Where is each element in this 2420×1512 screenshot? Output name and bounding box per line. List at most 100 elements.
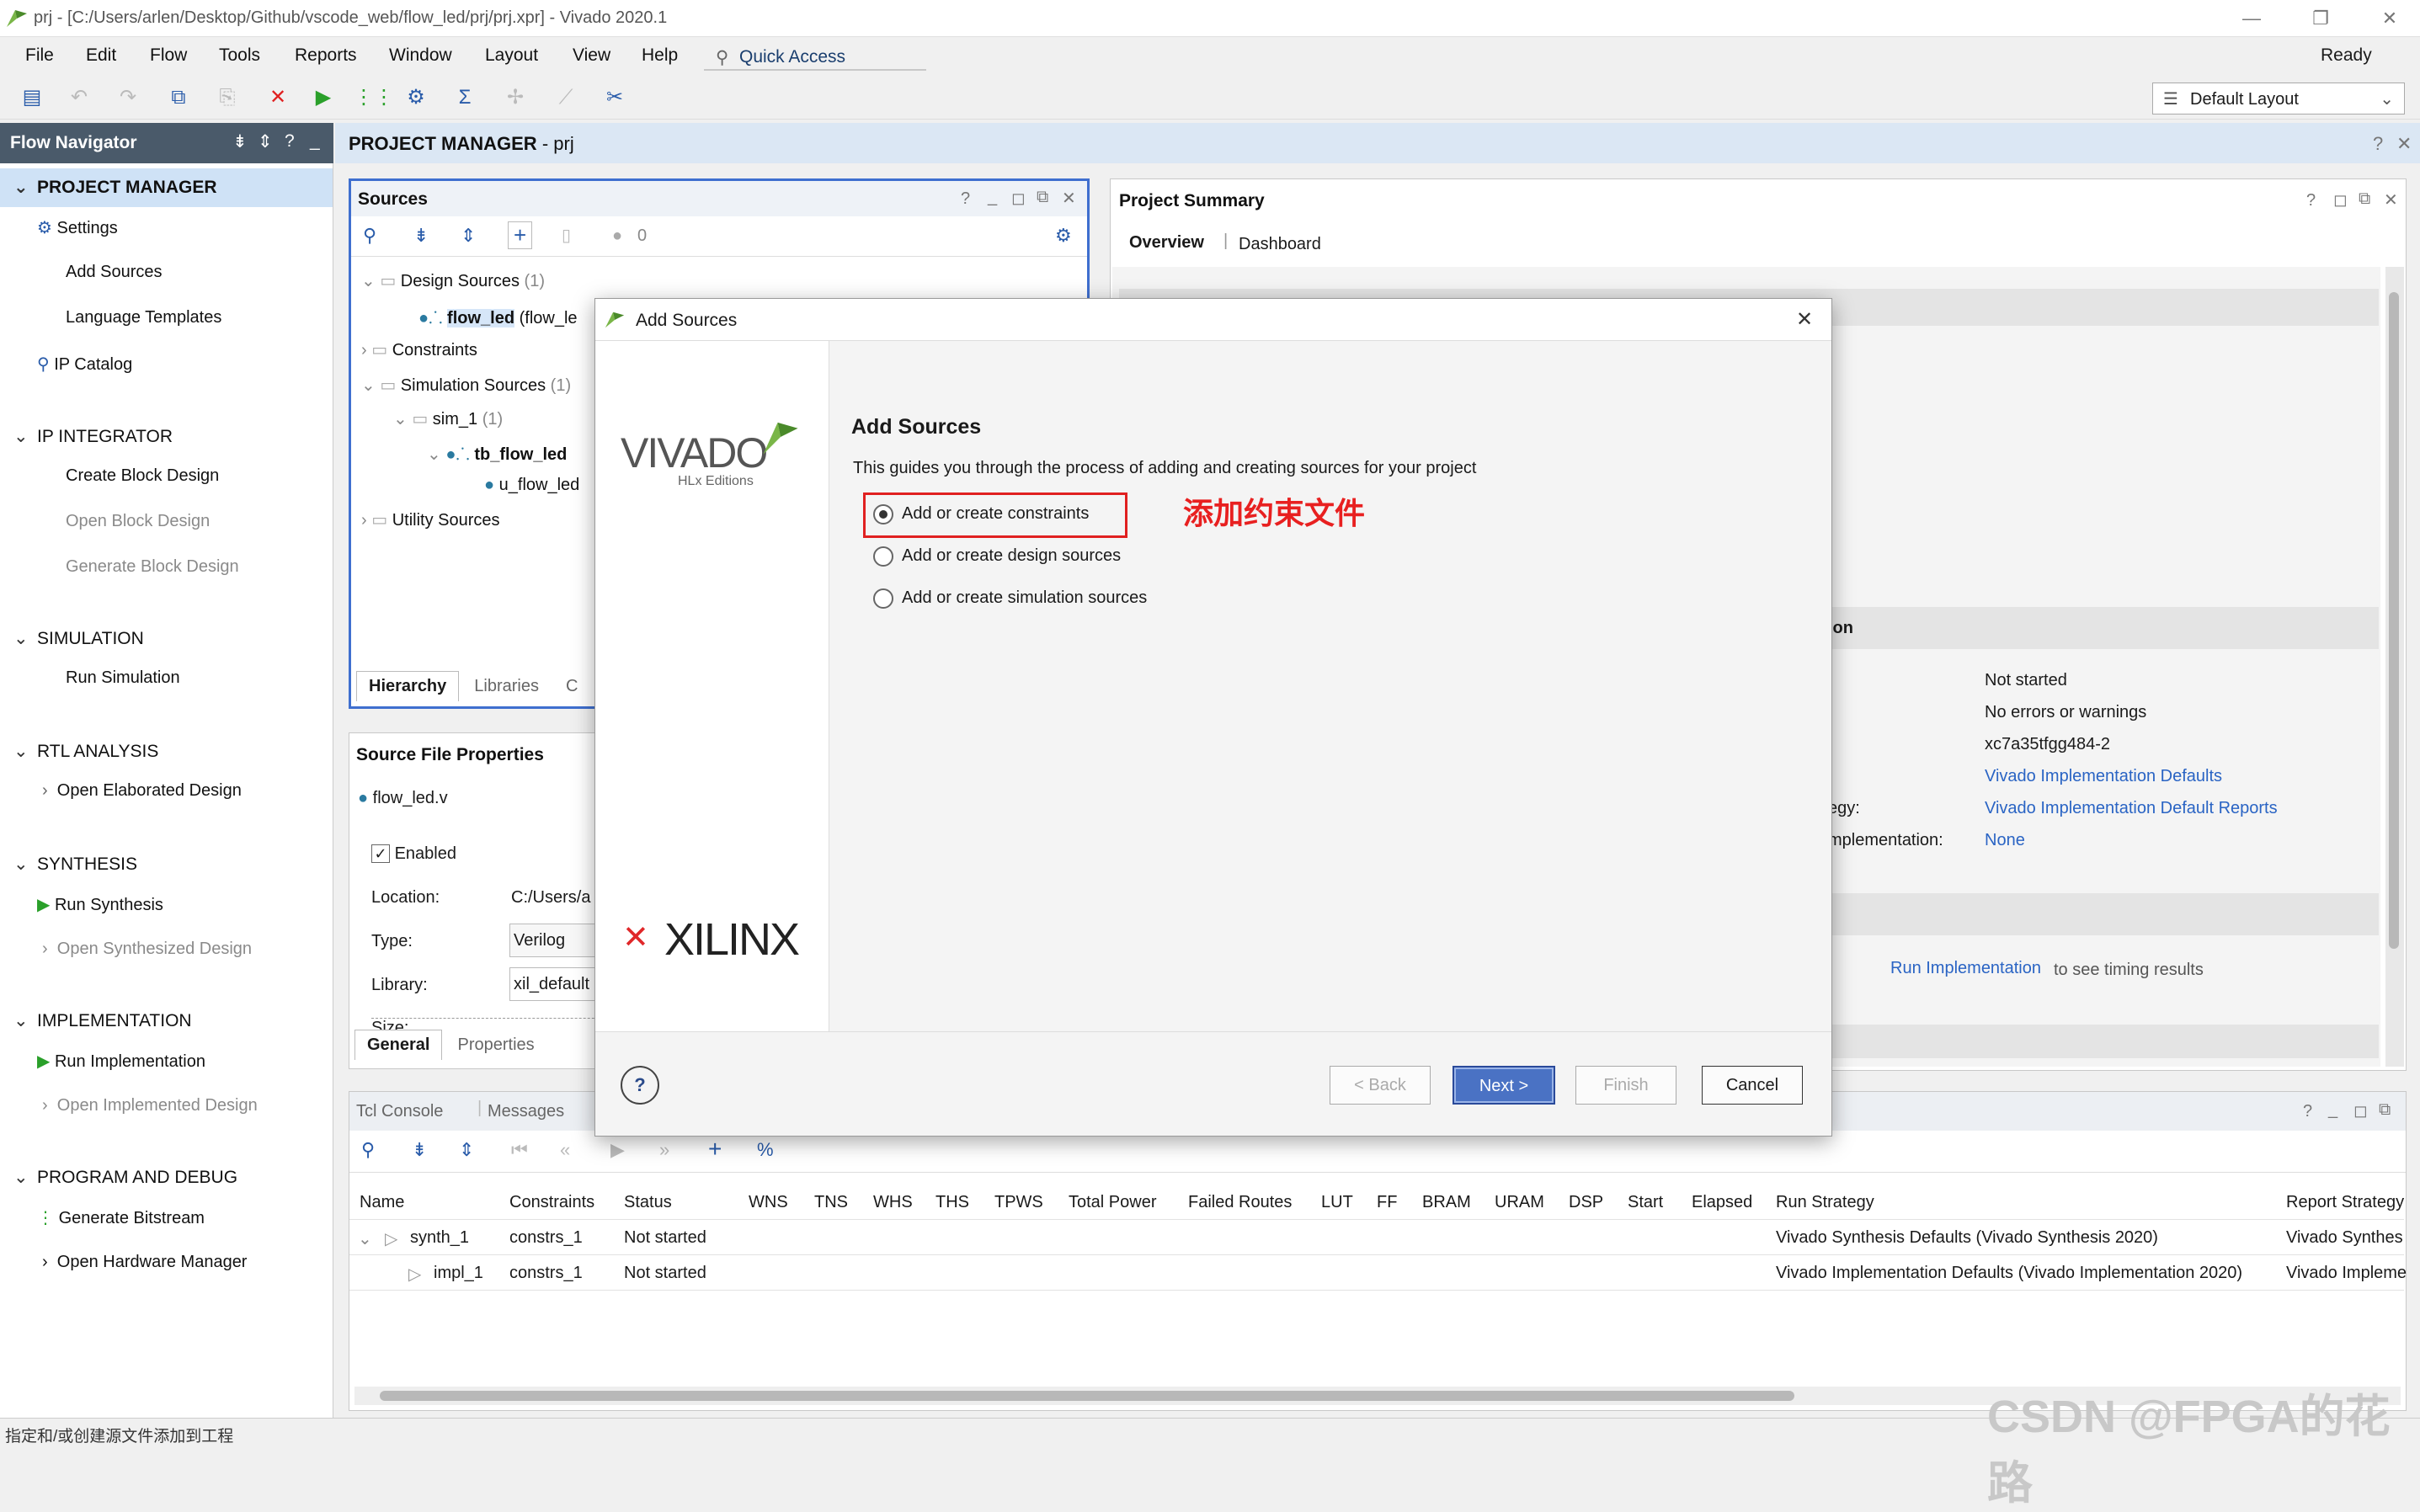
finish-button[interactable]: Finish — [1575, 1066, 1676, 1105]
float-icon[interactable]: ⧉ — [1037, 188, 1048, 207]
quick-access-search[interactable]: ⚲ Quick Access — [704, 42, 926, 71]
tree-simulation-sources[interactable]: ⌄ ▭ Simulation Sources (1) — [361, 375, 571, 396]
nav-run-implementation[interactable]: ▶ Run Implementation — [37, 1051, 205, 1072]
search-icon[interactable]: ⚲ — [361, 1139, 375, 1161]
menu-help[interactable]: Help — [642, 45, 678, 66]
minimize-panel-icon[interactable]: _ — [310, 131, 320, 152]
next-icon[interactable]: » — [659, 1139, 669, 1161]
back-button[interactable]: < Back — [1330, 1066, 1431, 1105]
menu-layout[interactable]: Layout — [485, 45, 538, 66]
maximize-icon[interactable]: ❐ — [2304, 3, 2337, 34]
col-failed-routes[interactable]: Failed Routes — [1188, 1193, 1292, 1212]
collapse-all-icon[interactable]: ⇟ — [412, 1139, 427, 1161]
menu-tools[interactable]: Tools — [219, 45, 260, 66]
col-ths[interactable]: THS — [935, 1193, 969, 1212]
summary-scrollbar[interactable] — [2385, 267, 2404, 1067]
col-name[interactable]: Name — [360, 1193, 404, 1212]
open-project-icon[interactable]: ▤ — [17, 83, 47, 113]
col-whs[interactable]: WHS — [873, 1193, 913, 1212]
section-program-debug[interactable]: ⌄ PROGRAM AND DEBUG — [13, 1167, 237, 1188]
nav-open-elaborated-design[interactable]: › Open Elaborated Design — [42, 781, 242, 801]
menu-edit[interactable]: Edit — [86, 45, 116, 66]
section-ip-integrator[interactable]: ⌄ IP INTEGRATOR — [13, 426, 173, 447]
col-ff[interactable]: FF — [1377, 1193, 1397, 1212]
col-tpws[interactable]: TPWS — [994, 1193, 1043, 1212]
section-simulation[interactable]: ⌄ SIMULATION — [13, 628, 144, 649]
copy-icon[interactable]: ⧉ — [163, 83, 194, 113]
col-dsp[interactable]: DSP — [1569, 1193, 1603, 1212]
nav-language-templates[interactable]: Language Templates — [66, 308, 221, 327]
nav-ip-catalog[interactable]: ⚲ IP Catalog — [37, 354, 132, 375]
tab-libraries[interactable]: Libraries — [462, 672, 551, 701]
restore-icon[interactable]: ◻ — [2333, 189, 2348, 210]
col-total-power[interactable]: Total Power — [1069, 1193, 1157, 1212]
cut-icon[interactable]: ✂ — [600, 83, 630, 113]
tab-dashboard[interactable]: Dashboard — [1239, 235, 1321, 254]
radio-simulation[interactable] — [873, 588, 893, 609]
undo-icon[interactable]: ↶ — [64, 83, 94, 113]
first-icon[interactable]: ⏮ — [511, 1139, 528, 1161]
section-rtl-analysis[interactable]: ⌄ RTL ANALYSIS — [13, 741, 158, 762]
collapse-all-icon[interactable]: ⇟ — [232, 131, 248, 152]
scroll-thumb[interactable] — [2389, 292, 2399, 949]
percent-icon[interactable]: % — [757, 1139, 774, 1161]
col-elapsed[interactable]: Elapsed — [1692, 1193, 1752, 1212]
settings-gear-icon[interactable]: ⚙ — [401, 83, 431, 113]
help-icon[interactable]: ? — [2373, 133, 2383, 155]
enabled-checkbox[interactable]: ✓ Enabled — [371, 844, 456, 864]
nav-settings[interactable]: ⚙ Settings — [37, 217, 118, 238]
probe-icon[interactable]: ⟋ — [551, 83, 581, 113]
type-select[interactable]: Verilog — [509, 924, 602, 957]
debug-icon[interactable]: ✢ — [500, 83, 530, 113]
tab-overview[interactable]: Overview — [1129, 233, 1204, 253]
tab-hierarchy[interactable]: Hierarchy — [356, 671, 460, 701]
float-icon[interactable]: ⧉ — [2359, 189, 2370, 209]
run-icon[interactable]: ▶ — [308, 83, 338, 113]
tree-flow-led[interactable]: ●⸫ flow_led (flow_le — [418, 306, 578, 328]
nav-run-simulation[interactable]: Run Simulation — [66, 668, 180, 688]
menu-window[interactable]: Window — [389, 45, 452, 66]
menu-flow[interactable]: Flow — [150, 45, 187, 66]
minimize-icon[interactable]: _ — [988, 188, 997, 207]
close-icon[interactable]: ✕ — [1796, 307, 1813, 332]
tree-u-flow-led[interactable]: ● u_flow_led — [484, 476, 579, 495]
prev-icon[interactable]: « — [560, 1139, 570, 1161]
tree-constraints[interactable]: › ▭ Constraints — [361, 339, 477, 360]
expand-all-icon[interactable]: ⇕ — [461, 225, 476, 247]
section-synthesis[interactable]: ⌄ SYNTHESIS — [13, 854, 137, 875]
help-icon[interactable]: ? — [2303, 1102, 2312, 1121]
nav-generate-block-design[interactable]: Generate Block Design — [66, 557, 239, 577]
help-icon[interactable]: ? — [961, 189, 970, 209]
nav-create-block-design[interactable]: Create Block Design — [66, 466, 219, 486]
col-lut[interactable]: LUT — [1321, 1193, 1353, 1212]
expand-all-icon[interactable]: ⇕ — [459, 1139, 474, 1161]
chevron-down-icon[interactable]: ⌄ — [358, 1228, 372, 1249]
help-button[interactable]: ? — [621, 1066, 659, 1105]
section-implementation[interactable]: ⌄ IMPLEMENTATION — [13, 1010, 192, 1031]
cancel-button[interactable]: Cancel — [1702, 1066, 1803, 1105]
layout-select[interactable]: ☰ Default Layout ⌄ — [2152, 83, 2405, 114]
tree-sim-1[interactable]: ⌄ ▭ sim_1 (1) — [393, 408, 503, 429]
nav-open-hardware-manager[interactable]: › Open Hardware Manager — [42, 1253, 247, 1272]
run-implementation-link[interactable]: Run Implementation — [1890, 959, 2041, 978]
tree-utility-sources[interactable]: › ▭ Utility Sources — [361, 509, 500, 530]
bitstream-icon[interactable]: ⋮⋮ — [354, 83, 394, 113]
col-report-strategy[interactable]: Report Strategy — [2286, 1193, 2404, 1212]
scroll-thumb[interactable] — [380, 1391, 1794, 1401]
float-icon[interactable]: ⧉ — [2379, 1100, 2391, 1120]
delete-icon[interactable]: ✕ — [263, 83, 293, 113]
play-icon[interactable]: ▶ — [610, 1139, 625, 1161]
nav-generate-bitstream[interactable]: ⋮ Generate Bitstream — [37, 1207, 205, 1228]
restore-icon[interactable]: ◻ — [1011, 188, 1026, 209]
help-icon[interactable]: ? — [285, 131, 295, 152]
col-wns[interactable]: WNS — [749, 1193, 788, 1212]
add-sources-icon[interactable]: + — [508, 221, 533, 249]
nav-open-implemented-design[interactable]: › Open Implemented Design — [42, 1096, 258, 1115]
library-input[interactable]: xil_default — [509, 967, 602, 1001]
add-run-icon[interactable]: + — [708, 1136, 722, 1163]
summary-report-link[interactable]: Vivado Implementation Default Reports — [1985, 799, 2278, 818]
expand-all-icon[interactable]: ⇕ — [258, 131, 273, 152]
paste-icon[interactable]: ⎘ — [212, 83, 243, 113]
help-icon[interactable]: ? — [2306, 191, 2316, 210]
tab-messages[interactable]: Messages — [488, 1102, 564, 1121]
